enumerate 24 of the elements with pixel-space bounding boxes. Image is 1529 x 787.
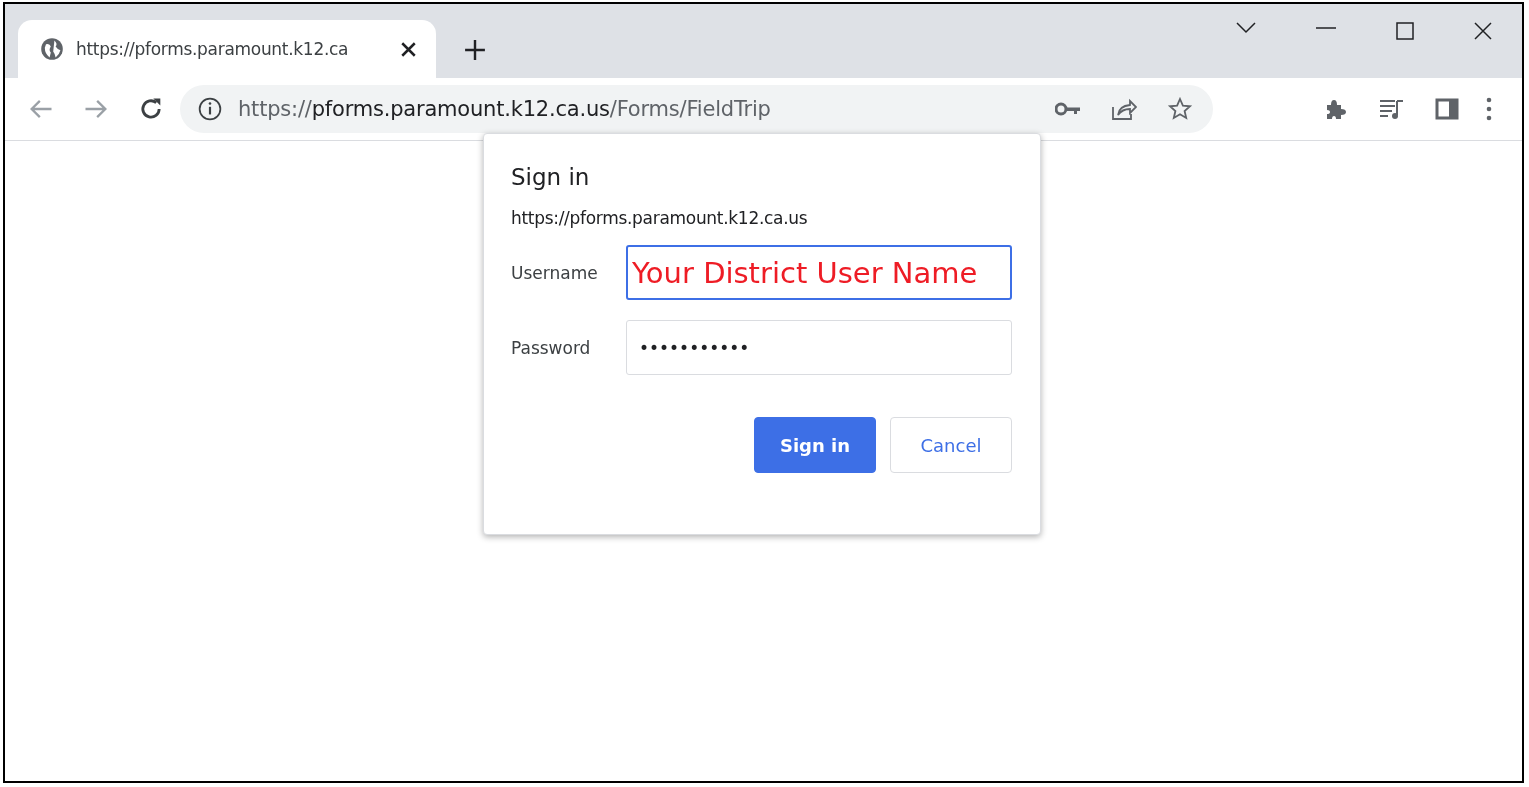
dialog-title: Sign in	[511, 164, 591, 190]
close-icon[interactable]	[401, 41, 416, 57]
close-icon[interactable]	[1474, 22, 1492, 40]
username-field[interactable]: Your District User Name	[626, 245, 1012, 300]
share-icon[interactable]	[1111, 97, 1137, 121]
more-menu-icon[interactable]	[1486, 97, 1492, 121]
info-icon[interactable]	[198, 97, 222, 121]
site-url: https://pforms.paramount.k12.ca.us	[511, 208, 809, 228]
new-tab-icon[interactable]	[464, 39, 486, 61]
password-field[interactable]: •••••••••••	[626, 320, 1012, 375]
address-bar[interactable]: https://pforms.paramount.k12.ca.us/Forms/FieldTrip	[180, 85, 1213, 133]
side-panel-icon[interactable]	[1434, 97, 1460, 121]
chevron-down-icon[interactable]	[1236, 22, 1256, 34]
playlist-icon[interactable]	[1378, 97, 1404, 121]
tab-title: https://pforms.paramount.k12.ca	[76, 39, 349, 59]
sign-in-button[interactable]: Sign in	[754, 417, 876, 473]
star-icon[interactable]	[1167, 97, 1193, 121]
cancel-button[interactable]: Cancel	[890, 417, 1012, 473]
maximize-icon[interactable]	[1396, 22, 1414, 40]
globe-icon	[40, 37, 64, 61]
field-label: Username	[511, 262, 599, 283]
url-text: https://pforms.paramount.k12.ca.us/Forms/FieldTrip	[238, 97, 771, 121]
browser-tab[interactable]: https://pforms.paramount.k12.ca	[18, 20, 436, 78]
field-label: Password	[511, 337, 592, 358]
